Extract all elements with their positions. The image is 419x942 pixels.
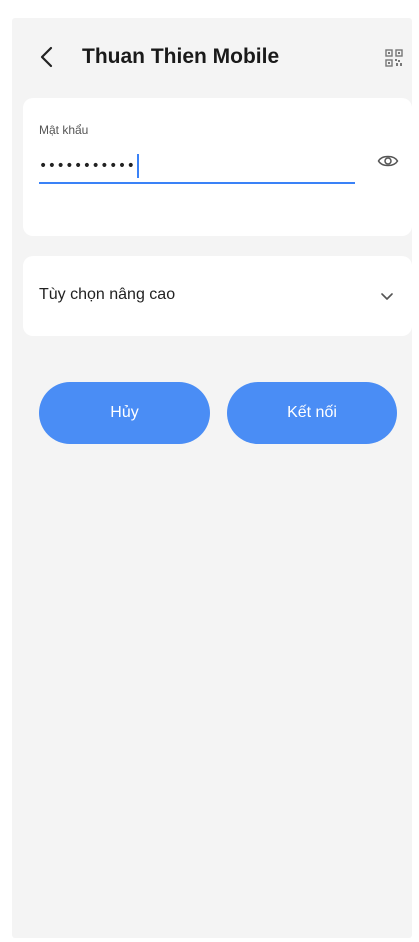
qr-code-icon — [385, 49, 403, 67]
advanced-options-label: Tùy chọn nâng cao — [39, 286, 176, 303]
page-title: Thuan Thien Mobile — [82, 45, 280, 68]
header-bar: Thuan Thien Mobile — [12, 36, 412, 80]
password-label: Mật khẩu — [39, 123, 89, 137]
back-button[interactable] — [30, 40, 64, 74]
text-caret — [137, 154, 140, 178]
show-password-button[interactable] — [375, 148, 401, 174]
wifi-connect-screen: Thuan Thien Mobile Mật khẩu ••••••••••• — [12, 18, 412, 938]
eye-icon — [377, 155, 399, 167]
chevron-left-icon — [40, 46, 53, 68]
connect-button[interactable]: Kết nối — [227, 382, 397, 444]
qr-scan-button[interactable] — [382, 46, 406, 70]
cancel-button[interactable]: Hủy — [39, 382, 210, 444]
chevron-down-icon — [381, 293, 393, 300]
password-card: Mật khẩu ••••••••••• — [23, 98, 412, 236]
password-value: ••••••••••• — [39, 158, 136, 174]
advanced-options-row[interactable]: Tùy chọn nâng cao — [23, 256, 412, 336]
password-input[interactable]: ••••••••••• — [39, 150, 355, 184]
